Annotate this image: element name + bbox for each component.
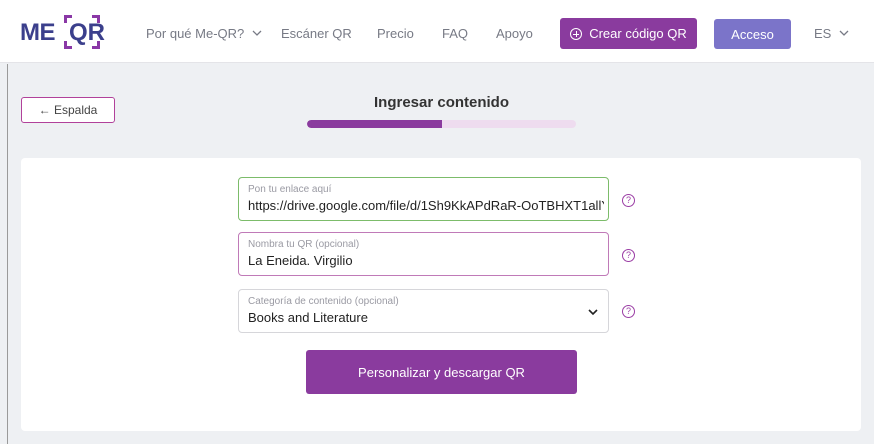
meqr-logo[interactable]: ME QR bbox=[20, 13, 105, 51]
create-qr-label: Crear código QR bbox=[589, 26, 687, 41]
link-field[interactable]: Pon tu enlace aquí https://drive.google.… bbox=[238, 177, 609, 221]
top-navbar: ME QR Por qué Me-QR? Escáner QR Precio F… bbox=[0, 0, 874, 63]
nav-faq[interactable]: FAQ bbox=[442, 26, 468, 41]
link-help-icon[interactable]: ? bbox=[622, 194, 635, 207]
progress-fill bbox=[307, 120, 442, 128]
step-title: Ingresar contenido bbox=[373, 94, 510, 111]
language-selector[interactable]: ES bbox=[814, 26, 849, 41]
chevron-down-icon bbox=[252, 30, 262, 36]
qr-name-field[interactable]: Nombra tu QR (opcional) La Eneida. Virgi… bbox=[238, 232, 609, 276]
link-field-value: https://drive.google.com/file/d/1Sh9KkAP… bbox=[248, 198, 604, 213]
create-qr-button[interactable]: Crear código QR bbox=[560, 18, 697, 49]
step-progress-bar bbox=[307, 120, 576, 128]
category-select-value: Books and Literature bbox=[248, 310, 368, 325]
back-button[interactable]: ← Espalda bbox=[21, 97, 115, 123]
category-help-icon[interactable]: ? bbox=[622, 305, 635, 318]
category-select-label: Categoría de contenido (opcional) bbox=[248, 296, 399, 307]
customize-download-button[interactable]: Personalizar y descargar QR bbox=[306, 350, 577, 394]
link-field-label: Pon tu enlace aquí bbox=[248, 184, 332, 195]
nav-why-meqr-label: Por qué Me-QR? bbox=[146, 26, 245, 41]
nav-qr-scanner[interactable]: Escáner QR bbox=[281, 26, 352, 41]
logo-qr-text: QR bbox=[69, 19, 105, 46]
nav-pricing[interactable]: Precio bbox=[377, 26, 414, 41]
logo-qr-mark: QR bbox=[64, 15, 105, 49]
plus-circle-icon bbox=[570, 27, 583, 40]
name-help-icon[interactable]: ? bbox=[622, 249, 635, 262]
category-select[interactable]: Categoría de contenido (opcional) Books … bbox=[238, 289, 609, 333]
qr-name-field-value: La Eneida. Virgilio bbox=[248, 253, 353, 268]
nav-support[interactable]: Apoyo bbox=[496, 26, 533, 41]
login-button[interactable]: Acceso bbox=[714, 19, 791, 49]
qr-name-field-label: Nombra tu QR (opcional) bbox=[248, 239, 360, 250]
chevron-down-icon bbox=[588, 309, 598, 316]
nav-why-meqr[interactable]: Por qué Me-QR? bbox=[146, 26, 262, 41]
logo-me-text: ME bbox=[20, 19, 56, 46]
page-frame-edge bbox=[7, 64, 8, 444]
chevron-down-icon bbox=[839, 30, 849, 36]
language-label: ES bbox=[814, 26, 832, 41]
